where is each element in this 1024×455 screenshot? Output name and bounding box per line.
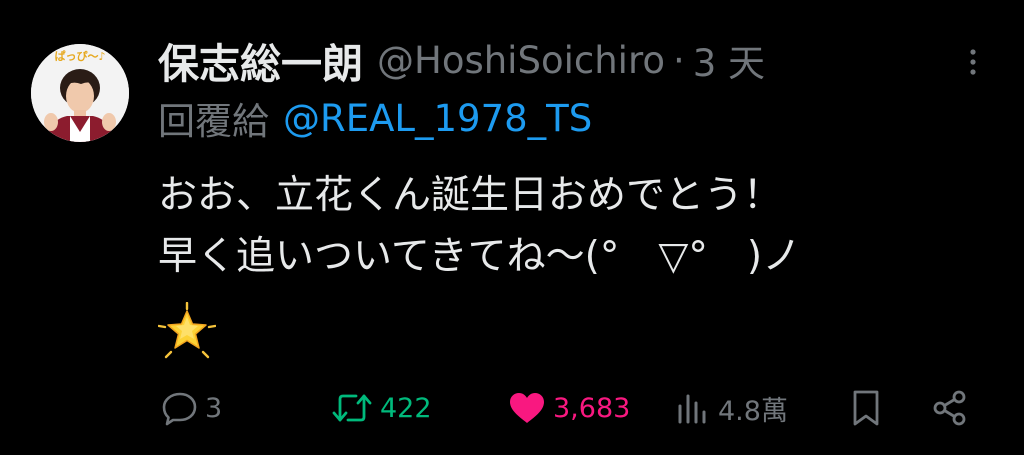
retweet-icon <box>330 390 374 426</box>
reply-button[interactable]: 3 <box>161 384 222 432</box>
heart-icon <box>507 390 547 426</box>
reply-count: 3 <box>205 392 223 424</box>
views-button[interactable]: 4.8萬 <box>676 384 788 432</box>
author-handle[interactable]: @HoshiSoichiro <box>377 39 665 82</box>
reply-context: 回覆給 @REAL_1978_TS <box>158 91 592 145</box>
avatar[interactable]: ぱっぴ〜♪ <box>31 44 129 142</box>
tweet-text: おお、立花くん誕生日おめでとう！ 早く追いついてきてね〜(° ▽° )ノ <box>158 165 801 287</box>
tweet-header: 保志総一朗 @HoshiSoichiro · 3 天 <box>158 31 765 89</box>
reply-prefix: 回覆給 <box>158 100 269 143</box>
share-icon <box>931 389 969 427</box>
tweet-text-line: おお、立花くん誕生日おめでとう！ <box>158 173 783 218</box>
avatar-image: ぱっぴ〜♪ <box>31 44 129 142</box>
separator-dot: · <box>672 38 685 82</box>
share-button[interactable] <box>931 384 969 432</box>
more-icon[interactable] <box>962 48 984 76</box>
star-icon <box>157 301 217 360</box>
bookmark-button[interactable] <box>850 384 882 432</box>
avatar-lettering: ぱっぴ〜♪ <box>54 49 105 63</box>
tweet-text-line: 早く追いついてきてね〜(° ▽° )ノ <box>158 234 802 279</box>
action-bar: 3 422 3,683 4.8萬 <box>0 384 1024 432</box>
retweet-count: 422 <box>380 392 432 424</box>
reply-icon <box>161 390 199 426</box>
like-count: 3,683 <box>553 392 631 424</box>
views-count: 4.8萬 <box>718 395 788 427</box>
like-button[interactable]: 3,683 <box>507 384 630 432</box>
retweet-button[interactable]: 422 <box>330 384 432 432</box>
timestamp[interactable]: 3 天 <box>693 33 765 87</box>
views-icon <box>676 390 712 426</box>
author-display-name[interactable]: 保志総一朗 <box>158 30 363 90</box>
bookmark-icon <box>850 389 882 427</box>
reply-to-link[interactable]: @REAL_1978_TS <box>283 97 592 140</box>
